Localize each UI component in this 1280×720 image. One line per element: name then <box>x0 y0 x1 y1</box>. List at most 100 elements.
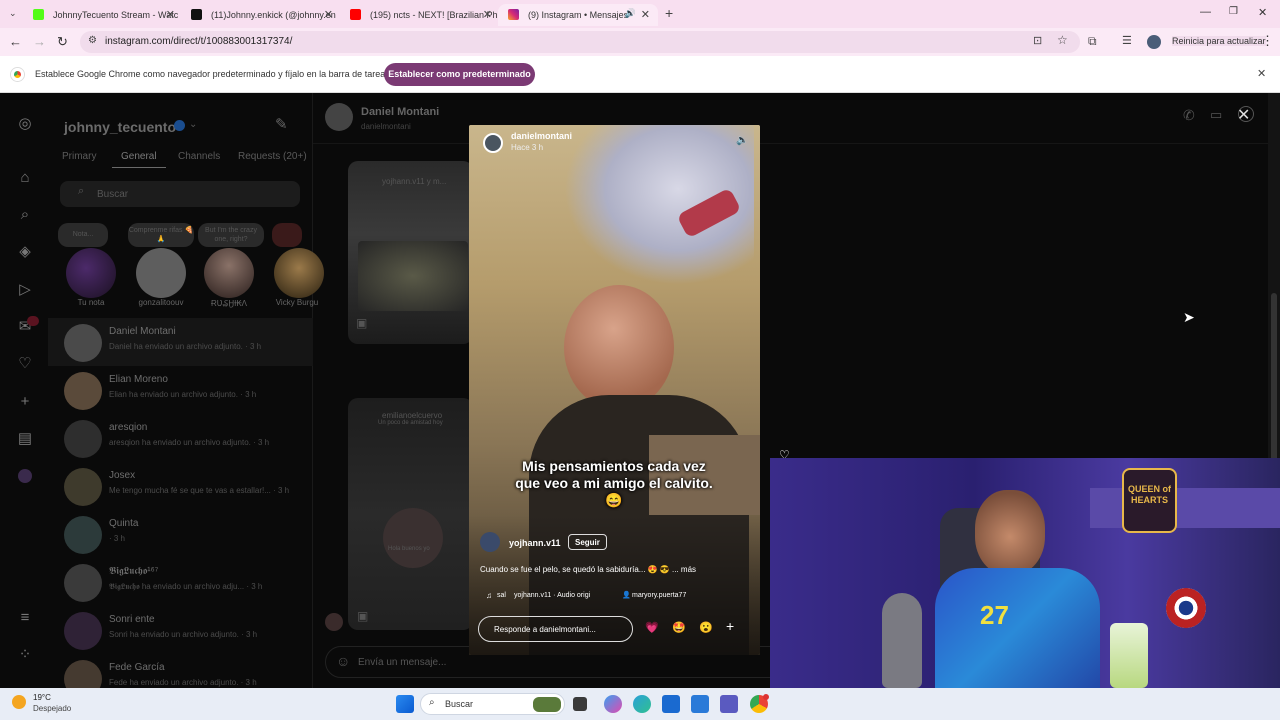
reload-icon[interactable]: ↻ <box>57 34 68 50</box>
mute-icon[interactable]: 🔈 <box>736 135 748 146</box>
note-bubble[interactable]: Nota... <box>58 223 108 247</box>
update-button[interactable]: Reinicia para actualizar <box>1172 36 1266 46</box>
close-tab-icon[interactable]: ✕ <box>483 8 492 21</box>
follow-button[interactable]: Seguir <box>568 534 607 550</box>
tab-kick[interactable]: JohnnyTecuento Stream - Watc ✕ <box>23 4 183 26</box>
close-infobar-icon[interactable]: ✕ <box>1257 67 1266 80</box>
weather-icon[interactable] <box>12 695 26 709</box>
tab-tiktok[interactable]: (11)Johnny.enkick (@johnny.en ✕ <box>181 4 341 26</box>
outlook-icon[interactable] <box>662 695 680 713</box>
new-tab-icon[interactable]: + <box>665 5 673 21</box>
minimize-icon[interactable]: — <box>1200 6 1211 18</box>
phone-call-icon[interactable]: ✆ <box>1183 107 1195 124</box>
edge-icon[interactable] <box>633 695 651 713</box>
copilot-icon[interactable] <box>604 695 622 713</box>
conversation-row[interactable]: Josex Me tengo mucha fé se que te vas a … <box>48 462 313 510</box>
set-default-button[interactable]: Establecer como predeterminado <box>384 63 535 86</box>
url-field[interactable]: ⚙ instagram.com/direct/t/100883001317374… <box>80 31 1080 53</box>
tab-general[interactable]: General <box>121 151 157 162</box>
conversation-row[interactable]: Quinta · 3 h <box>48 510 313 558</box>
note-bubble[interactable] <box>272 223 302 247</box>
site-info-icon[interactable]: ⚙ <box>88 35 97 46</box>
reaction-wow[interactable]: 😮 <box>699 621 713 634</box>
conversation-row[interactable]: Daniel Montani Daniel ha enviado un arch… <box>48 318 313 366</box>
conversation-row[interactable]: 𝕭𝖎𝖌𝕷𝖚𝖈𝖍𝖔¹⁶⁷ 𝕭𝖎𝖌𝕷𝖚𝖈𝖍𝖔 ha enviado un archi… <box>48 558 313 606</box>
mouse-cursor-icon: ➤ <box>1183 309 1195 325</box>
extensions-icon[interactable]: ⧉ <box>1088 34 1097 49</box>
bookmark-star-icon[interactable]: ☆ <box>1057 33 1068 47</box>
shared-post[interactable]: emilianoelcuervo Un poco de amistad hoy … <box>348 398 473 630</box>
instagram-logo-icon[interactable]: ◎ <box>16 115 34 133</box>
speaker-icon[interactable]: 🔊 <box>625 8 636 19</box>
sign-text: QUEEN of HEARTS <box>1127 484 1171 505</box>
store-icon[interactable] <box>691 695 709 713</box>
dashboard-icon[interactable]: ▤ <box>16 430 34 448</box>
story-reply-input[interactable]: Responde a danielmontani... <box>478 616 633 642</box>
author-avatar[interactable] <box>480 532 500 552</box>
tab-requests[interactable]: Requests (20+) <box>238 151 307 162</box>
menu-kebab-icon[interactable]: ⋮ <box>1261 33 1274 49</box>
note-avatar[interactable] <box>136 248 186 298</box>
chat-name[interactable]: Daniel Montani <box>361 106 439 118</box>
chat-avatar[interactable] <box>325 103 353 131</box>
compose-icon[interactable]: ✎ <box>275 115 288 133</box>
shared-post[interactable]: yojhann.v11 y m... ▣ <box>348 161 473 344</box>
author-name[interactable]: yojhann.v11 <box>509 538 561 548</box>
search-input[interactable]: ⌕ Buscar <box>60 181 300 207</box>
search-icon: ⌕ <box>78 185 85 197</box>
conversation-row[interactable]: Sonri ente Sonri ha enviado un archivo a… <box>48 606 313 654</box>
back-icon[interactable]: ← <box>9 34 22 49</box>
reel-icon[interactable]: ▣ <box>357 609 368 623</box>
note-avatar[interactable] <box>66 248 116 298</box>
reaction-starstruck[interactable]: 🤩 <box>672 621 686 634</box>
profile-avatar[interactable] <box>1147 35 1161 49</box>
windows-start-icon[interactable] <box>396 695 414 713</box>
conversation-row[interactable]: aresqion aresqion ha enviado un archivo … <box>48 414 313 462</box>
conversation-preview: Daniel ha enviado un archivo adjunto. · … <box>109 342 262 351</box>
note-bubble[interactable]: Comprenme rifas 🍕🙏 <box>128 223 194 247</box>
tab-channels[interactable]: Channels <box>178 151 220 162</box>
reels-icon[interactable]: ▷ <box>16 281 34 299</box>
threads-icon[interactable]: ⁘ <box>16 646 34 664</box>
close-story-icon[interactable]: ✕ <box>1237 105 1250 125</box>
more-menu-icon[interactable]: ≡ <box>16 609 34 627</box>
close-tab-icon[interactable]: ✕ <box>324 8 333 21</box>
teams-icon[interactable] <box>720 695 738 713</box>
video-call-icon[interactable]: ▭ <box>1210 107 1222 123</box>
tab-primary[interactable]: Primary <box>62 151 96 162</box>
chevron-down-icon[interactable]: ⌄ <box>189 119 197 130</box>
tab-label: (195) ncts - NEXT! [Brazilian Ph <box>370 10 498 20</box>
story-username[interactable]: danielmontani <box>511 131 572 141</box>
conversation-row[interactable]: Elian Moreno Elian ha enviado un archivo… <box>48 366 313 414</box>
add-reaction-icon[interactable]: + <box>726 618 734 634</box>
tab-instagram[interactable]: (9) Instagram • Mensajes 🔊 ✕ <box>498 4 658 26</box>
notifications-icon[interactable]: ♡ <box>16 355 34 373</box>
tab-youtube[interactable]: (195) ncts - NEXT! [Brazilian Ph ✕ <box>340 4 500 26</box>
account-username[interactable]: johnny_tecuento <box>64 119 176 135</box>
story-avatar[interactable] <box>483 133 503 153</box>
home-icon[interactable]: ⌂ <box>16 169 34 187</box>
forward-icon[interactable]: → <box>33 34 46 49</box>
close-tab-icon[interactable]: ✕ <box>166 8 175 21</box>
note-bubble[interactable]: But I'm the crazy one, right? <box>198 223 264 247</box>
tagged-user[interactable]: maryory.puerta77 <box>632 592 686 599</box>
search-icon[interactable]: ⌕ <box>16 206 34 224</box>
close-window-icon[interactable]: ✕ <box>1258 6 1267 19</box>
tab-search-icon[interactable]: ⌄ <box>9 8 17 19</box>
emoji-icon[interactable]: ☺ <box>336 653 350 669</box>
create-icon[interactable]: + <box>16 393 34 411</box>
profile-avatar[interactable] <box>18 469 32 483</box>
explore-icon[interactable]: ◈ <box>16 243 34 261</box>
task-view-icon[interactable] <box>573 697 587 711</box>
close-tab-icon[interactable]: ✕ <box>641 8 650 21</box>
media-icon[interactable]: ☰ <box>1122 34 1132 47</box>
note-avatar[interactable] <box>204 248 254 298</box>
conversation-row[interactable]: Fede García Fede ha enviado un archivo a… <box>48 654 313 688</box>
reaction-heart[interactable]: 💗 <box>645 621 659 634</box>
maximize-icon[interactable]: ❐ <box>1229 6 1238 17</box>
taskbar-search[interactable]: ⌕ Buscar <box>420 693 565 715</box>
message-placeholder: Envía un mensaje... <box>358 657 447 668</box>
install-icon[interactable]: ⊡ <box>1033 34 1042 47</box>
story-viewer[interactable]: danielmontani Hace 3 h 🔈 Mis pensamiento… <box>469 125 760 655</box>
audio-label[interactable]: yojhann.v11 · Audio origi <box>514 592 590 599</box>
